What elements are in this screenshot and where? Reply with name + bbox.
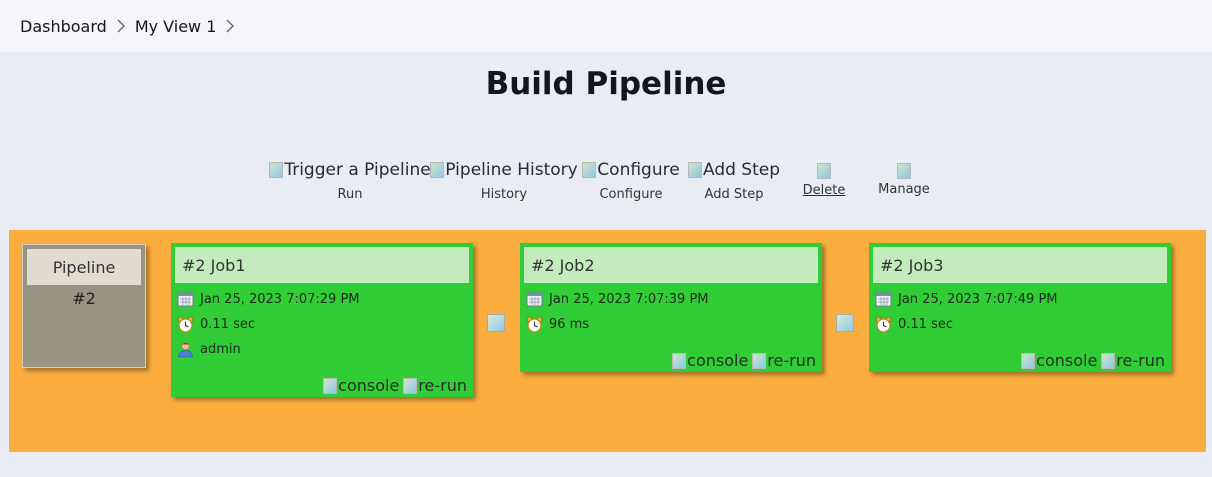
rerun-label: re-run [418,376,467,395]
clock-icon [177,316,194,333]
job-date: Jan 25, 2023 7:07:39 PM [549,292,709,307]
rerun-label: re-run [767,351,816,370]
job-date-row: Jan 25, 2023 7:07:39 PM [520,287,822,312]
job-user[interactable]: admin [200,342,241,357]
delete-label[interactable]: Delete [803,183,846,198]
job-duration: 96 ms [549,317,590,332]
history-alt-text: Pipeline History [445,160,578,180]
run-label: Run [337,187,363,202]
job-date: Jan 25, 2023 7:07:49 PM [898,292,1058,307]
console-icon [323,377,338,394]
job-title[interactable]: #2 Job3 [873,247,1167,283]
rerun-icon [403,377,418,394]
chevron-right-icon[interactable] [216,19,244,33]
job-actions: console re-run [323,376,467,395]
manage-label: Manage [878,182,930,197]
console-link[interactable]: console [323,376,399,395]
job-card-job3: #2 Job3 Jan 25, 2023 7:07:49 PM 0.11 sec… [869,243,1171,372]
add-step-icon [687,162,702,178]
calendar-icon [526,291,543,308]
console-label: console [338,376,400,395]
delete-button[interactable]: Delete [803,157,846,198]
job-title[interactable]: #2 Job2 [524,247,818,283]
pipeline-arrow-icon [836,314,854,332]
clock-icon [526,316,543,333]
pipeline-label: Pipeline [27,249,141,285]
rerun-label: re-run [1116,351,1165,370]
job-actions: console re-run [1021,351,1165,370]
job-user-row: admin [171,337,473,362]
calendar-icon [177,291,194,308]
console-icon [672,352,687,369]
job-date-row: Jan 25, 2023 7:07:29 PM [171,287,473,312]
breadcrumb: Dashboard My View 1 [0,0,1212,52]
clock-icon [875,316,892,333]
user-icon [177,341,194,358]
job-duration: 0.11 sec [898,317,953,332]
console-label: console [687,351,749,370]
job-duration-row: 0.11 sec [869,312,1171,337]
calendar-icon [875,291,892,308]
job-duration: 0.11 sec [200,317,255,332]
trigger-pipeline-icon [269,162,284,178]
job-duration-row: 96 ms [520,312,822,337]
add-step-alt-text: Add Step [702,160,781,180]
add-step-button[interactable]: Add Step Add Step [687,157,781,202]
console-link[interactable]: console [1021,351,1097,370]
pipeline-arrow-icon [487,314,505,332]
rerun-link[interactable]: re-run [1101,351,1165,370]
pipeline-history-icon [430,162,445,178]
configure-alt-text: Configure [597,160,680,180]
job-duration-row: 0.11 sec [171,312,473,337]
breadcrumb-dashboard[interactable]: Dashboard [20,17,107,36]
rerun-link[interactable]: re-run [403,376,467,395]
job-card-job2: #2 Job2 Jan 25, 2023 7:07:39 PM 96 ms co… [520,243,822,372]
run-alt-text: Trigger a Pipeline [284,160,431,180]
add-step-label: Add Step [704,187,764,202]
job-actions: console re-run [672,351,816,370]
pipeline-toolbar: Trigger a Pipeline Run Pipeline History … [0,157,1212,217]
console-label: console [1036,351,1098,370]
page-title: Build Pipeline [485,66,727,102]
pipeline-box: Pipeline #2 [22,244,146,368]
rerun-icon [752,352,767,369]
delete-icon [816,163,831,179]
job-card-job1: #2 Job1 Jan 25, 2023 7:07:29 PM 0.11 sec… [171,243,473,397]
history-label: History [480,187,528,202]
chevron-right-icon[interactable] [107,19,135,33]
manage-icon [896,163,911,179]
configure-button[interactable]: Configure Configure [582,157,680,202]
manage-button[interactable]: Manage [878,157,930,197]
history-button[interactable]: Pipeline History History [430,157,578,202]
job-date-row: Jan 25, 2023 7:07:49 PM [869,287,1171,312]
job-title[interactable]: #2 Job1 [175,247,469,283]
rerun-link[interactable]: re-run [752,351,816,370]
configure-label: Configure [599,187,663,202]
console-icon [1021,352,1036,369]
pipeline-number[interactable]: #2 [23,289,145,308]
run-button[interactable]: Trigger a Pipeline Run [269,157,431,202]
rerun-icon [1101,352,1116,369]
console-link[interactable]: console [672,351,748,370]
breadcrumb-my-view[interactable]: My View 1 [135,17,217,36]
configure-icon [582,162,597,178]
job-date: Jan 25, 2023 7:07:29 PM [200,292,360,307]
